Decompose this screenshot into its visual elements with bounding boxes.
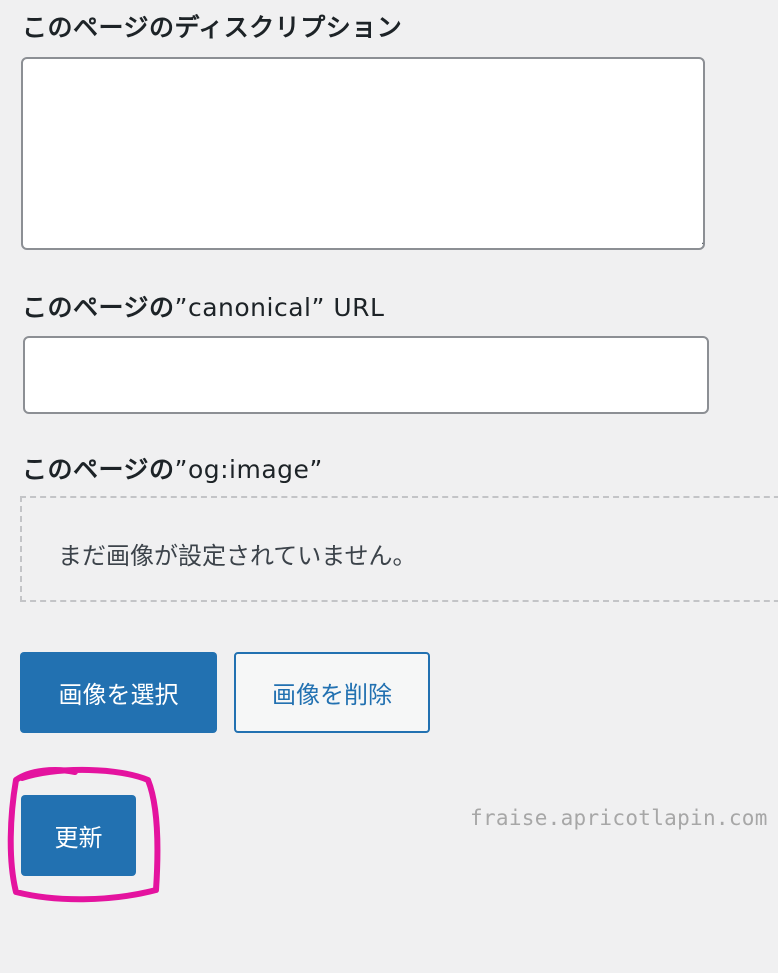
og-image-empty-message: まだ画像が設定されていません。 <box>58 542 417 570</box>
description-label: このページのディスクリプション <box>22 8 402 44</box>
canonical-label-jp: このページの <box>22 293 175 322</box>
og-image-placeholder: まだ画像が設定されていません。 <box>20 496 778 602</box>
highlight-circle-annotation <box>7 767 161 903</box>
delete-image-button[interactable]: 画像を削除 <box>234 652 430 733</box>
select-image-button[interactable]: 画像を選択 <box>20 652 217 733</box>
page: このページのディスクリプション · このページの”canonical” URL … <box>0 0 778 973</box>
og-label-jp: このページの <box>22 455 175 484</box>
canonical-label-latin: ”canonical” URL <box>174 293 385 322</box>
canonical-url-label: このページの”canonical” URL <box>22 288 384 324</box>
og-image-label: このページの”og:image” <box>22 450 323 486</box>
canonical-url-input[interactable] <box>23 336 709 414</box>
og-label-latin: ”og:image” <box>174 455 323 484</box>
description-textarea[interactable] <box>21 57 705 250</box>
resize-grip-icon[interactable]: · <box>701 240 705 250</box>
description-label-text: このページのディスクリプション <box>22 13 403 42</box>
watermark: fraise.apricotlapin.com <box>470 806 768 830</box>
